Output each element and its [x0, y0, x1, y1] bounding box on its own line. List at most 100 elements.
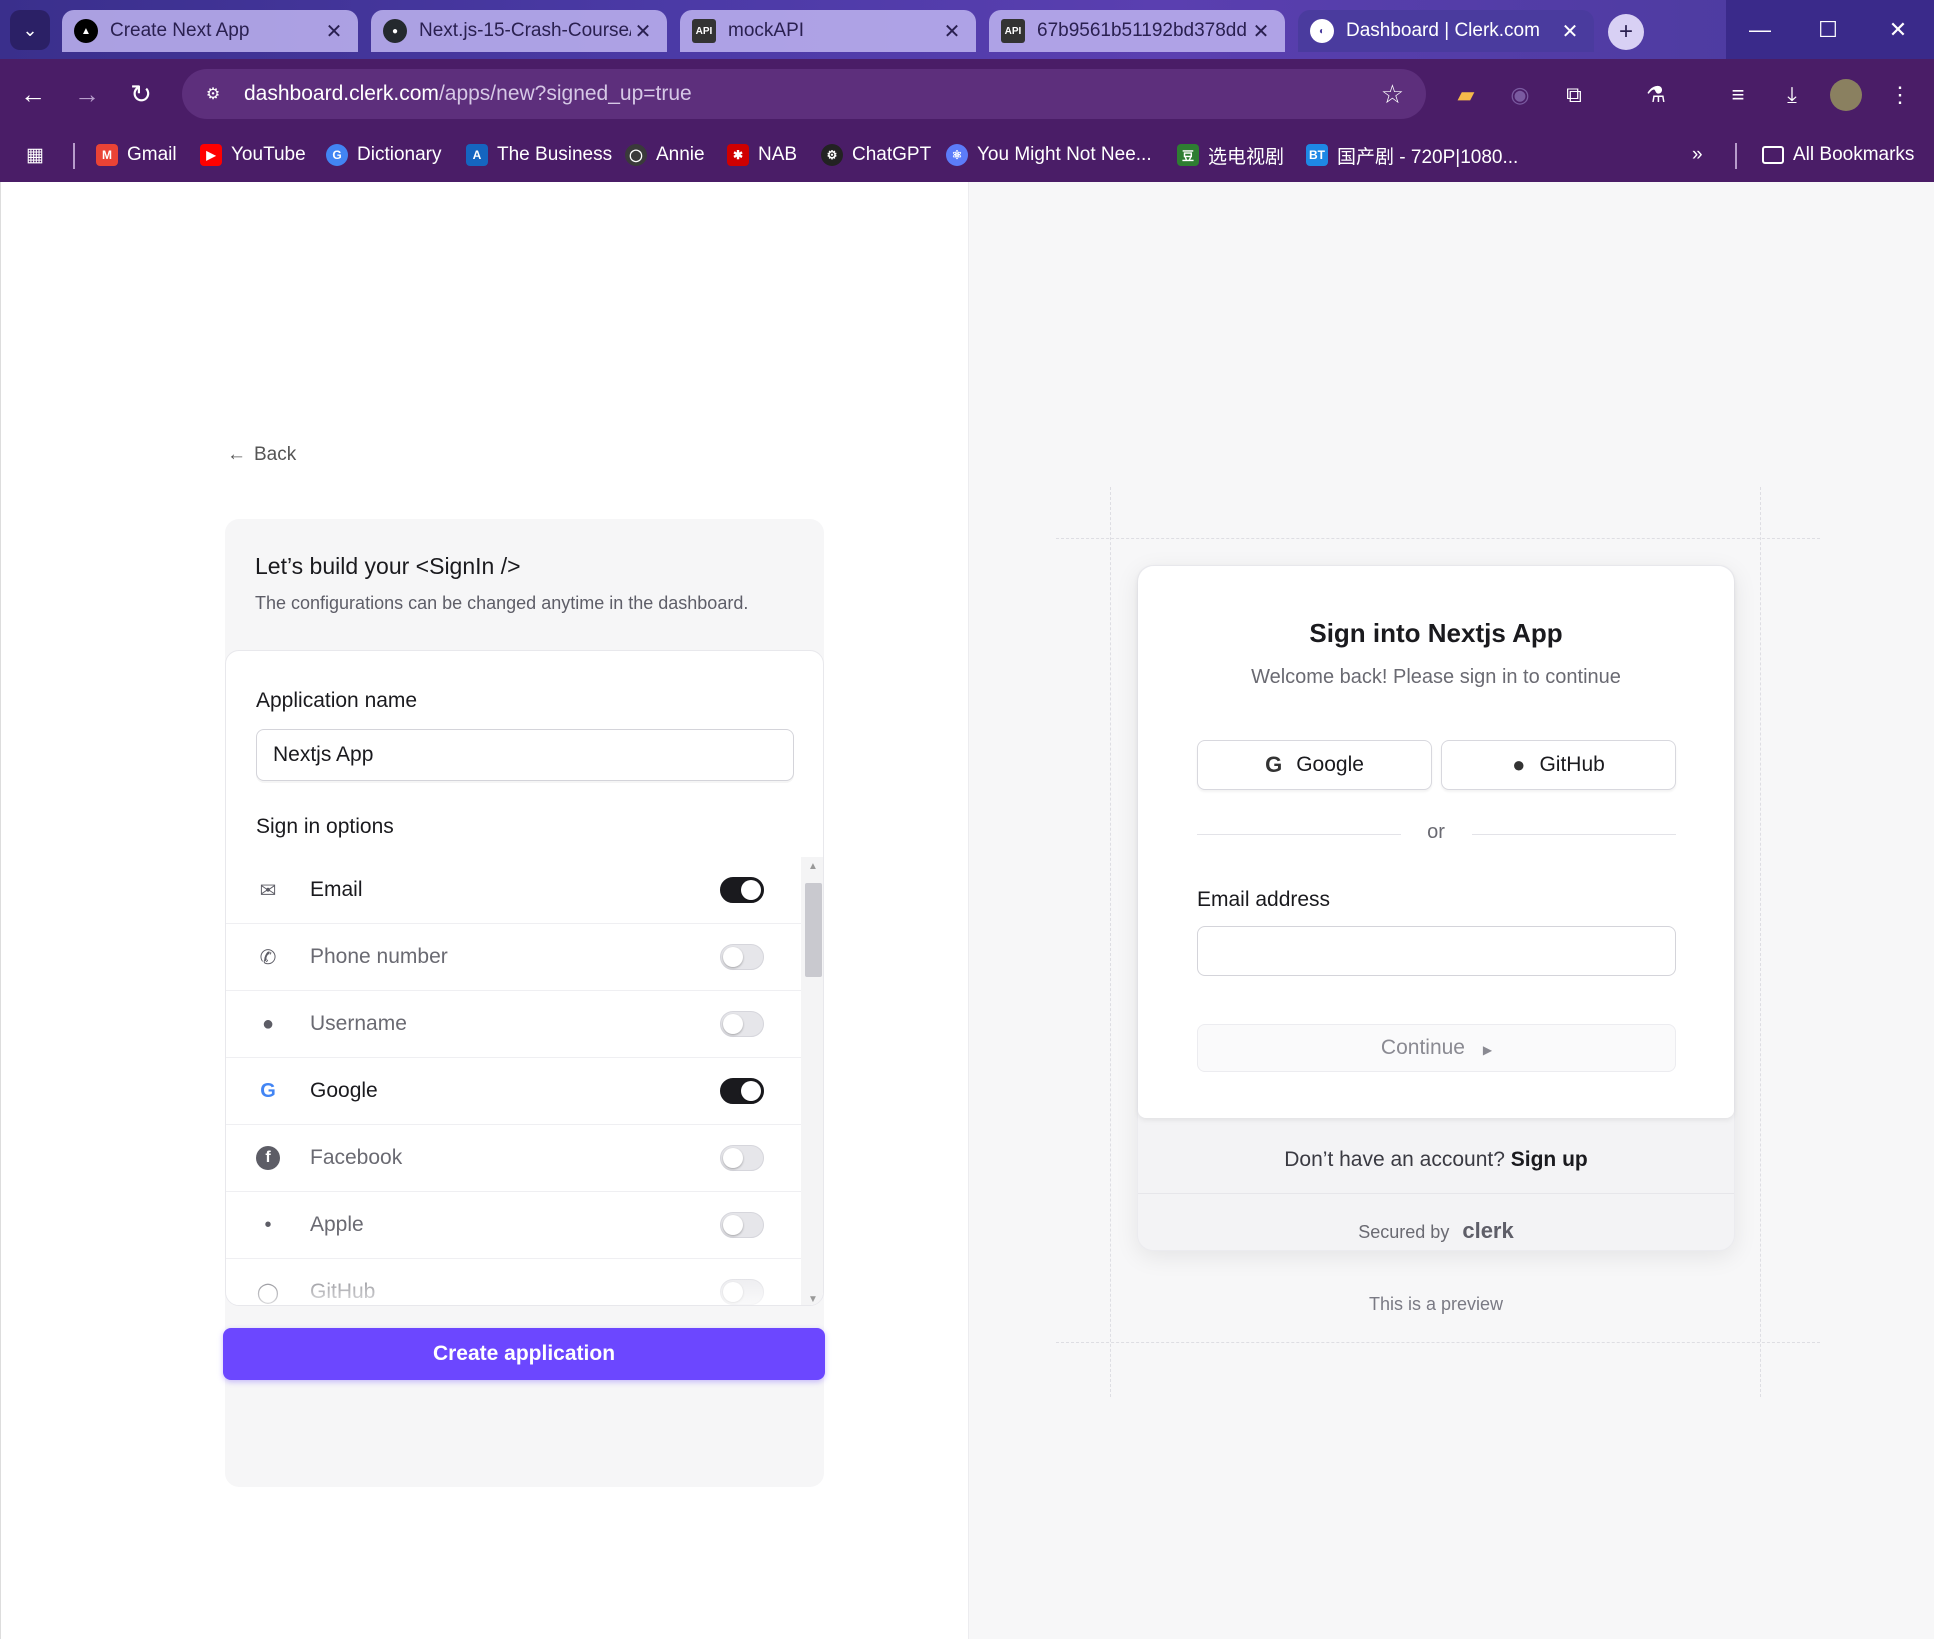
option-label: Email — [310, 878, 363, 901]
sign-up-link[interactable]: Sign up — [1511, 1148, 1588, 1171]
browser-tab-bar: ⌄ ▲ Create Next App ✕ ● Next.js-15-Crash… — [0, 0, 1934, 59]
preview-guide-line — [1056, 1342, 1820, 1343]
tab-clerk-dashboard[interactable]: ◐ Dashboard | Clerk.com ✕ — [1298, 10, 1594, 52]
download-icon[interactable]: ⤓ — [1776, 79, 1808, 111]
labs-flask-icon[interactable]: ⚗ — [1640, 79, 1672, 111]
bookmark-nab[interactable]: ✱ NAB — [727, 141, 797, 169]
bookmark-star-icon[interactable]: ☆ — [1381, 79, 1404, 110]
back-arrow-icon[interactable]: ← — [14, 75, 52, 113]
reload-icon[interactable]: ↻ — [122, 75, 160, 113]
close-icon[interactable]: ✕ — [940, 19, 964, 44]
google-sign-in-button[interactable]: G Google — [1197, 740, 1432, 790]
email-address-input[interactable] — [1197, 926, 1676, 976]
tab-mockapi-2[interactable]: API 67b9561b51192bd378dd ✕ — [989, 10, 1285, 52]
create-application-button[interactable]: Create application — [223, 1328, 825, 1380]
address-bar[interactable]: ⚙ dashboard.clerk.com /apps/new?signed_u… — [182, 69, 1426, 119]
maximize-button[interactable]: ☐ — [1794, 0, 1862, 59]
bookmark-chatgpt[interactable]: ⚙ ChatGPT — [821, 141, 931, 169]
bookmark-label: Annie — [656, 144, 705, 165]
clerk-logo: clerk — [1462, 1218, 1514, 1243]
or-divider-text: or — [1427, 821, 1445, 843]
all-bookmarks-button[interactable]: All Bookmarks — [1762, 141, 1914, 169]
bookmark-label: ChatGPT — [852, 144, 932, 165]
bookmark-douban[interactable]: 豆 选电视剧 — [1177, 141, 1284, 169]
clerk-icon: ◐ — [1310, 19, 1334, 43]
caret-right-icon: ▶ — [1482, 1043, 1493, 1057]
bookmark-dictionary[interactable]: G Dictionary — [326, 141, 441, 169]
sign-in-option-row: ✉ Email — [226, 857, 801, 924]
tab-title: mockAPI — [728, 20, 805, 41]
envelope-icon: ✉ — [259, 879, 277, 902]
close-icon[interactable]: ✕ — [1558, 19, 1582, 44]
tab-title: Next.js-15-Crash-Course/ — [419, 20, 631, 41]
bookmark-label: 国产剧 - 720P|1080... — [1337, 146, 1519, 168]
option-label: Apple — [310, 1213, 364, 1236]
sign-in-option-row: ✆ Phone number — [226, 924, 801, 991]
bookmark-annie[interactable]: ◯ Annie — [625, 141, 705, 169]
preview-guide-line — [1760, 487, 1761, 1397]
sign-in-option-row: G Google — [226, 1058, 801, 1125]
bookmark-label: The Business — [497, 144, 613, 165]
toggle-knob — [723, 947, 743, 967]
apps-grid-icon[interactable]: ▦ — [26, 141, 44, 169]
divider-right — [1472, 834, 1676, 835]
new-tab-button[interactable]: + — [1608, 14, 1644, 50]
scroll-up-icon[interactable]: ▲ — [808, 861, 818, 872]
no-account-text: Don’t have an account? — [1284, 1148, 1505, 1171]
preview-title: Sign into Nextjs App — [1309, 618, 1563, 648]
option-toggle[interactable] — [720, 1145, 764, 1171]
github-sign-in-button[interactable]: ● GitHub — [1441, 740, 1676, 790]
scroll-down-icon[interactable]: ▼ — [808, 1294, 818, 1305]
list-fade — [226, 1261, 801, 1305]
bookmark-youtube[interactable]: ▶ YouTube — [200, 141, 306, 169]
extension-icon[interactable]: ◉ — [1504, 79, 1536, 111]
config-pane: ← Back Let’s build your <SignIn /> The c… — [0, 182, 968, 1639]
sign-in-options-list: ✉ Email ✆ Phone number ● Username G Google f Face… — [226, 857, 801, 1305]
site-info-icon[interactable]: ⚙ — [200, 81, 226, 107]
bookmark-gmail[interactable]: M Gmail — [96, 141, 177, 169]
bookmark-drama[interactable]: BT 国产剧 - 720P|1080... — [1306, 141, 1518, 169]
close-window-button[interactable]: ✕ — [1862, 0, 1934, 59]
option-toggle[interactable] — [720, 877, 764, 903]
github-icon: ● — [383, 19, 407, 43]
bookmark-you-might-not-need[interactable]: ⚛ You Might Not Nee... — [946, 141, 1152, 169]
profile-avatar[interactable] — [1830, 79, 1862, 111]
toggle-knob — [741, 880, 761, 900]
bookmarks-overflow-icon[interactable]: » — [1692, 141, 1703, 169]
back-link[interactable]: ← Back — [227, 444, 296, 466]
option-label: Username — [310, 1012, 407, 1035]
media-queue-icon[interactable]: ≡ — [1722, 79, 1754, 111]
bookmark-the-business[interactable]: A The Business — [466, 141, 612, 169]
scrollbar-thumb[interactable] — [805, 883, 822, 977]
options-scrollbar[interactable]: ▲ ▼ — [801, 857, 823, 1305]
app-name-label: Application name — [256, 689, 418, 712]
github-icon: ● — [1512, 752, 1526, 777]
extension-notes-icon[interactable]: ▰ — [1450, 79, 1482, 111]
tab-search-chevron-icon[interactable]: ⌄ — [10, 10, 50, 50]
app-name-input[interactable] — [256, 729, 794, 781]
bookmarks-bar: ▦ M Gmail ▶ YouTube G Dictionary A The B… — [0, 129, 1934, 182]
google-icon: G — [326, 144, 348, 166]
close-icon[interactable]: ✕ — [1249, 19, 1273, 44]
option-toggle[interactable] — [720, 1212, 764, 1238]
tab-create-next-app[interactable]: ▲ Create Next App ✕ — [62, 10, 358, 52]
close-icon[interactable]: ✕ — [322, 19, 346, 44]
option-toggle[interactable] — [720, 1011, 764, 1037]
forward-arrow-icon[interactable]: → — [68, 75, 106, 113]
bookmark-label: You Might Not Nee... — [977, 144, 1152, 165]
bookmark-label: Dictionary — [357, 144, 442, 165]
facebook-icon: f — [256, 1146, 280, 1170]
option-toggle[interactable] — [720, 1078, 764, 1104]
apple-icon: • — [264, 1213, 272, 1236]
tab-mockapi[interactable]: API mockAPI ✕ — [680, 10, 976, 52]
tab-title: Create Next App — [110, 20, 250, 41]
tab-github[interactable]: ● Next.js-15-Crash-Course/ ✕ — [371, 10, 667, 52]
continue-button[interactable]: Continue ▶ — [1197, 1024, 1676, 1072]
react-icon: ⚛ — [946, 144, 968, 166]
extensions-puzzle-icon[interactable]: ⧉ — [1558, 79, 1590, 111]
secured-by-text: Secured by — [1358, 1222, 1450, 1242]
option-toggle[interactable] — [720, 944, 764, 970]
close-icon[interactable]: ✕ — [631, 19, 655, 44]
more-menu-icon[interactable]: ⋮ — [1884, 79, 1916, 111]
minimize-button[interactable]: — — [1726, 0, 1794, 59]
